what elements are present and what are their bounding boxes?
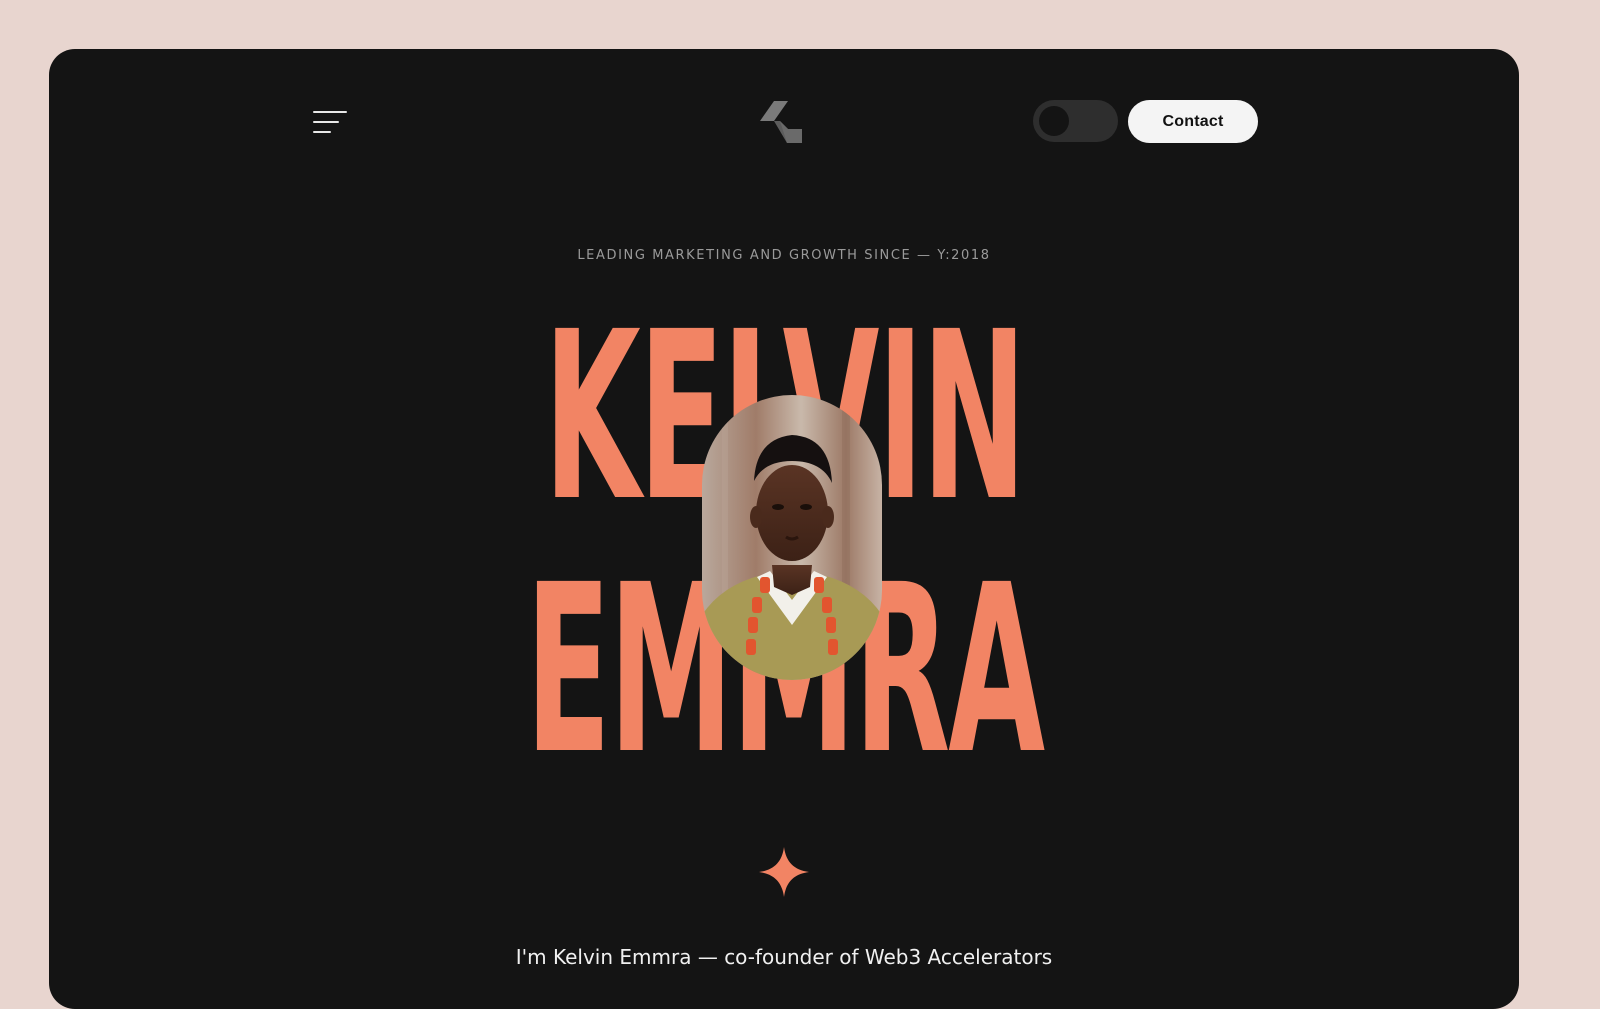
hero-intro-text: I'm Kelvin Emmra — co-founder of Web3 Ac… <box>515 945 1053 969</box>
contact-button[interactable]: Contact <box>1128 100 1258 143</box>
theme-toggle[interactable] <box>1033 100 1118 142</box>
site-frame: Contact LEADING MARKETING AND GROWTH SIN… <box>49 49 1519 1009</box>
hamburger-menu-icon[interactable] <box>311 107 351 137</box>
hero-tagline: LEADING MARKETING AND GROWTH SINCE — Y:2… <box>577 248 991 263</box>
toggle-knob <box>1039 106 1069 136</box>
portrait-illustration <box>702 395 882 680</box>
sparkle-icon <box>759 847 809 897</box>
portrait-image <box>702 395 882 680</box>
k-logo-icon[interactable] <box>758 99 808 145</box>
